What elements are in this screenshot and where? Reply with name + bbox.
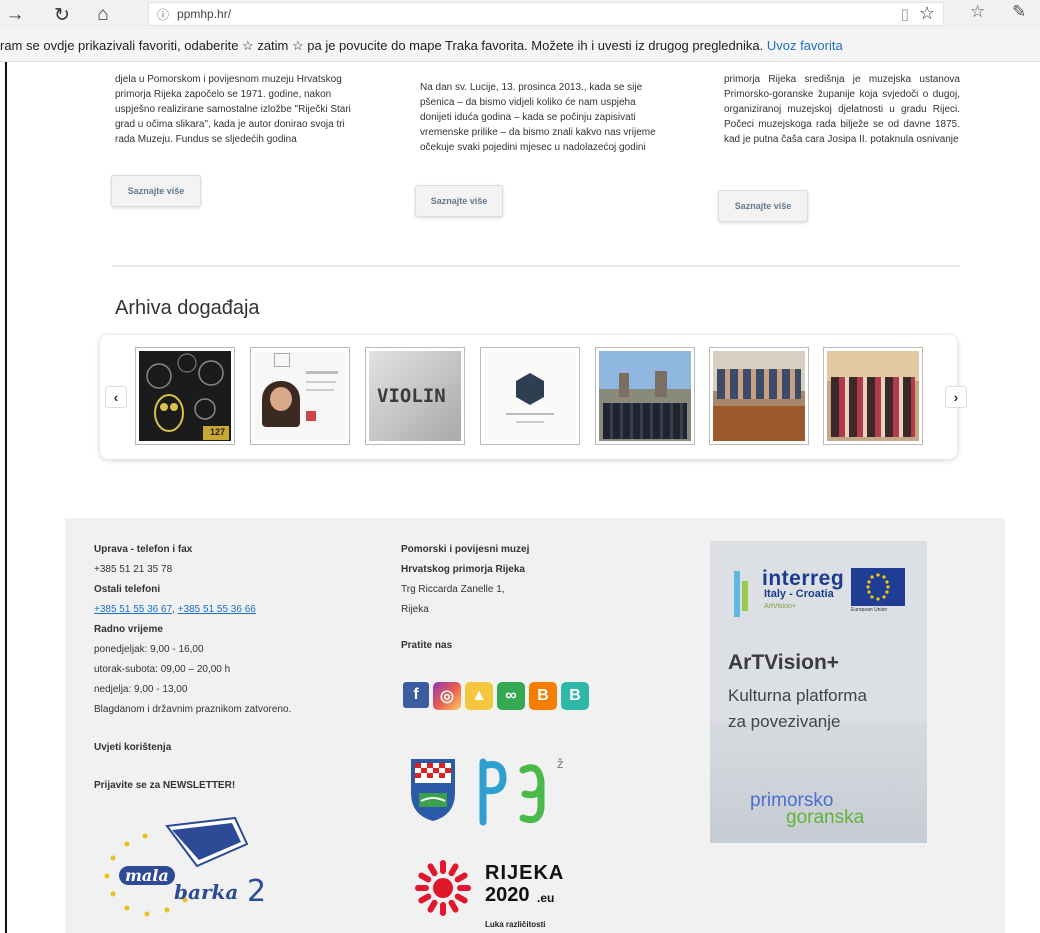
working-hours-label: Radno vrijeme: [94, 624, 163, 635]
facebook-icon[interactable]: f: [403, 682, 429, 708]
tripadvisor-icon[interactable]: ∞: [497, 682, 525, 710]
archive-title: Arhiva događaja: [115, 297, 260, 319]
hexagon-logo-image: [506, 373, 554, 423]
hours-line: Blagdanom i državnim praznikom zatvoreno…: [94, 704, 292, 715]
archive-thumbnail[interactable]: VIOLIN: [365, 347, 465, 445]
address-line: Rijeka: [401, 604, 429, 615]
address-bar[interactable]: ⓘ ppmhp.hr/ ▯ ☆: [148, 2, 944, 26]
violin-text: VIOLIN: [377, 385, 446, 407]
rijeka-domain-text: .eu: [537, 891, 555, 905]
phone-link[interactable]: +385 51 55 36 66: [178, 604, 256, 615]
management-phone-label: Uprava - telefon i fax: [94, 544, 193, 555]
blog-icon[interactable]: B: [561, 682, 589, 710]
favorites-bar-text: ram se ovdje prikazivali favoriti, odabe…: [0, 38, 764, 53]
banner-title: ArTVision+: [728, 651, 840, 674]
import-favorites-link[interactable]: Uvoz favorita: [767, 38, 843, 53]
pg-mark-icon: ž: [479, 757, 563, 826]
rijeka-year-text: 2020: [485, 884, 530, 906]
goranska-text: goranska: [786, 807, 865, 828]
pen-icon[interactable]: ✎: [1012, 2, 1026, 22]
read-more-button[interactable]: Saznajte više: [415, 185, 503, 217]
instagram-icon[interactable]: ◎: [433, 682, 461, 710]
favorite-star-icon[interactable]: ☆: [919, 3, 935, 24]
event-archive-carousel: ‹ › 127 VIOLIN: [100, 335, 967, 459]
address-line: Trg Riccarda Zanelle 1,: [401, 584, 505, 595]
archive-thumbnail[interactable]: [480, 347, 580, 445]
mala-barka-logo[interactable]: mala barka 2: [97, 814, 277, 924]
article-text: primorja Rijeka središnja je muzejska us…: [724, 74, 960, 145]
management-phone: +385 51 21 35 78: [94, 564, 173, 575]
social-links: f ◎ ▲ ∞ B B: [403, 682, 589, 710]
footer-contact-column: Uprava - telefon i fax +385 51 21 35 78 …: [94, 540, 344, 796]
archive-thumbnail[interactable]: [595, 347, 695, 445]
favorites-list-icon[interactable]: ☆: [970, 2, 985, 22]
rijeka-2020-logo[interactable]: RIJEKA 2020 .eu Luka različitosti: [413, 858, 573, 933]
footer-museum-column: Pomorski i povijesni muzej Hrvatskog pri…: [401, 540, 601, 656]
terms-link[interactable]: Uvjeti korištenja: [94, 738, 344, 758]
refresh-icon[interactable]: ↻: [49, 2, 75, 28]
logo-number-text: 2: [247, 874, 267, 909]
section-divider: [112, 265, 960, 267]
museum-name: Hrvatskog primorja Rijeka: [401, 564, 525, 575]
home-icon[interactable]: ⌂: [90, 2, 116, 28]
hours-line: nedjelja: 9,00 - 13,00: [94, 684, 188, 695]
read-more-button[interactable]: Saznajte više: [111, 175, 201, 207]
hours-line: ponedjeljak: 9,00 - 16,00: [94, 644, 204, 655]
phone-link[interactable]: +385 51 55 36 67: [94, 604, 172, 615]
carousel-next-button[interactable]: ›: [945, 386, 967, 408]
rijeka-text: RIJEKA: [485, 862, 565, 884]
read-more-button[interactable]: Saznajte više: [718, 190, 808, 222]
carousel-prev-button[interactable]: ‹: [105, 386, 127, 408]
newsletter-link[interactable]: Prijavite se za NEWSLETTER!: [94, 776, 344, 796]
article-text: djela u Pomorskom i povijesnom muzeju Hr…: [115, 74, 351, 145]
window-border: [5, 62, 7, 933]
reading-view-icon[interactable]: ▯: [901, 5, 909, 23]
coat-of-arms-icon: [411, 759, 455, 821]
banner-subtitle-line: za povezivanje: [728, 712, 841, 731]
article-card-3: primorja Rijeka središnja je muzejska us…: [724, 72, 960, 147]
sun-burst-icon: [415, 860, 471, 916]
browser-toolbar: → ↻ ⌂ ⓘ ppmhp.hr/ ▯ ☆ ☆ ✎: [0, 0, 1040, 30]
article-card-2: Na dan sv. Lucije, 13. prosinca 2013., k…: [420, 80, 660, 155]
hours-line: utorak-subota: 09,00 – 20,00 h: [94, 664, 231, 675]
logo-mala-text: mala: [119, 866, 175, 885]
photo-icon[interactable]: ▲: [465, 682, 493, 710]
interreg-mark-icon: [734, 571, 748, 617]
svg-text:ž: ž: [557, 757, 563, 771]
artvision-banner[interactable]: interreg Italy - Croatia ArtVision+ Euro…: [710, 541, 927, 843]
thumbnail-badge: 127: [209, 427, 225, 437]
other-phones: +385 51 55 36 67, +385 51 55 36 66: [94, 600, 344, 620]
archive-thumbnail[interactable]: 127: [135, 347, 235, 445]
blogger-icon[interactable]: B: [529, 682, 557, 710]
project-small-text: ArtVision+: [764, 603, 796, 610]
site-info-icon[interactable]: ⓘ: [157, 6, 169, 23]
archive-thumbnail[interactable]: [823, 347, 923, 445]
other-phones-label: Ostali telefoni: [94, 584, 161, 595]
rijeka-tagline: Luka različitosti: [485, 920, 546, 929]
favorites-bar: ram se ovdje prikazivali favoriti, odabe…: [0, 30, 1040, 62]
eu-caption: European Union: [851, 607, 888, 613]
pg-logo[interactable]: ž: [475, 752, 575, 828]
banner-subtitle-line: Kulturna platforma: [728, 686, 867, 705]
museum-name: Pomorski i povijesni muzej: [401, 544, 530, 555]
county-coat-of-arms[interactable]: [407, 757, 459, 823]
article-text: Na dan sv. Lucije, 13. prosinca 2013., k…: [420, 82, 656, 153]
program-text: Italy - Croatia: [764, 588, 834, 600]
screen: { "browser": { "url": "ppmhp.hr/", "favo…: [0, 0, 1040, 933]
archive-thumbnail[interactable]: [709, 347, 809, 445]
eu-flag-icon: [851, 568, 905, 606]
follow-us-label: Pratite nas: [401, 640, 453, 651]
banner-subtitle: Kulturna platforma za povezivanje: [728, 683, 867, 735]
article-card-1: djela u Pomorskom i povijesnom muzeju Hr…: [115, 72, 355, 147]
archive-thumbnail[interactable]: [250, 347, 350, 445]
forward-icon[interactable]: →: [2, 2, 28, 28]
logo-barka-text: barka: [174, 880, 239, 904]
url-text: ppmhp.hr/: [177, 7, 232, 21]
